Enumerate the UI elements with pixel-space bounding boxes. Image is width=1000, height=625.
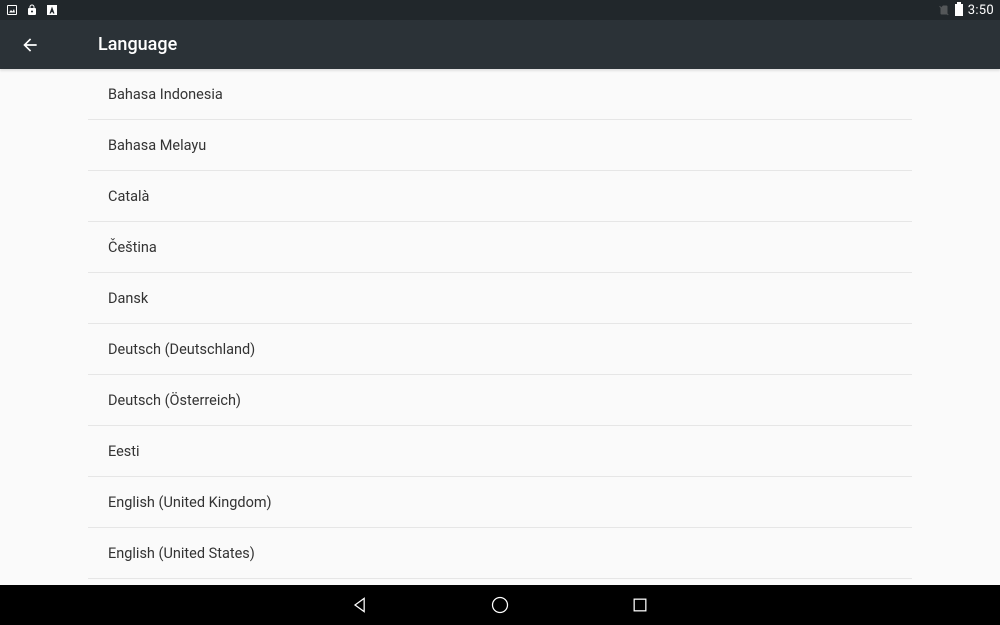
language-item[interactable]: Deutsch (Österreich) [88, 375, 912, 426]
nav-back-icon[interactable] [350, 595, 370, 615]
language-item[interactable]: Català [88, 171, 912, 222]
app-icon [46, 4, 58, 16]
language-item[interactable]: Bahasa Indonesia [88, 69, 912, 120]
language-label: English (United Kingdom) [108, 494, 272, 511]
language-label: Čeština [108, 239, 157, 256]
content-area[interactable]: Bahasa Indonesia Bahasa Melayu Català Če… [0, 69, 1000, 585]
language-label: Eesti [108, 443, 140, 460]
language-label: Deutsch (Österreich) [108, 392, 241, 409]
language-item[interactable]: English (United Kingdom) [88, 477, 912, 528]
language-item[interactable]: Eesti [88, 426, 912, 477]
language-label: Dansk [108, 290, 148, 307]
status-right: 3:50 [938, 3, 994, 18]
status-clock: 3:50 [968, 3, 994, 18]
language-label: Deutsch (Deutschland) [108, 341, 255, 358]
language-item[interactable]: Čeština [88, 222, 912, 273]
language-list: Bahasa Indonesia Bahasa Melayu Català Če… [88, 69, 912, 579]
navigation-bar [0, 585, 1000, 625]
nav-recent-icon[interactable] [630, 595, 650, 615]
language-label: Català [108, 188, 149, 205]
app-bar: Language [0, 20, 1000, 69]
status-bar: 3:50 [0, 0, 1000, 20]
no-sim-icon [938, 4, 950, 16]
language-label: Bahasa Melayu [108, 137, 206, 154]
language-item[interactable]: Bahasa Melayu [88, 120, 912, 171]
language-label: English (United States) [108, 545, 255, 562]
back-arrow-icon[interactable] [20, 35, 40, 55]
image-icon [6, 4, 18, 16]
lock-icon [26, 4, 38, 16]
battery-icon [955, 4, 963, 16]
nav-home-icon[interactable] [490, 595, 510, 615]
language-label: Bahasa Indonesia [108, 86, 223, 103]
language-item[interactable]: English (United States) [88, 528, 912, 579]
language-item[interactable]: Deutsch (Deutschland) [88, 324, 912, 375]
page-title: Language [98, 34, 177, 55]
language-item[interactable]: Dansk [88, 273, 912, 324]
status-left [6, 4, 58, 16]
